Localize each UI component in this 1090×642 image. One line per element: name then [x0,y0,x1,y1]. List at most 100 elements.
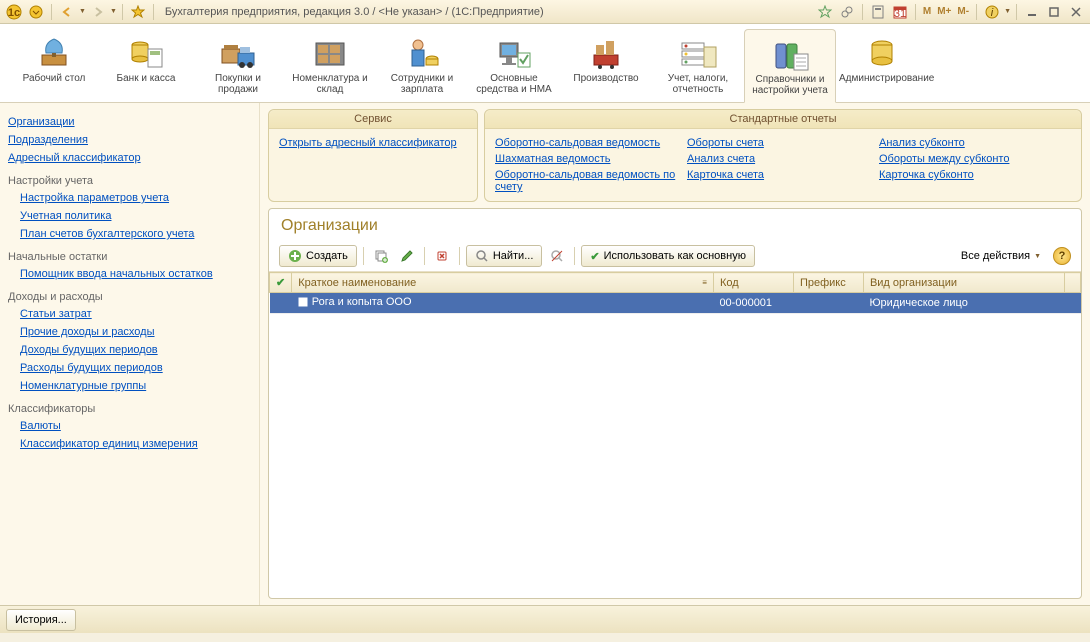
sidebar-heading: Настройки учета [8,167,251,189]
panel-link[interactable]: Анализ счета [687,151,879,167]
section-icon [586,35,626,71]
history-label: История... [15,614,67,626]
section-5[interactable]: Основные средства и НМА [468,28,560,102]
section-icon [862,35,902,71]
check-icon: ✔ [590,250,599,263]
scroll-gutter [1065,273,1081,293]
section-0[interactable]: Рабочий стол [8,28,100,102]
search-icon [475,249,489,263]
sidebar-link[interactable]: Помощник ввода начальных остатков [8,265,251,283]
section-1[interactable]: Банк и касса [100,28,192,102]
titlebar-left: 1c ▼ ▼ Бухгалтерия предприятия, редакция… [4,2,544,22]
section-9[interactable]: Администрирование [836,28,928,102]
sidebar-link[interactable]: Классификатор единиц измерения [8,435,251,453]
panel-link[interactable]: Обороты счета [687,135,879,151]
delete-icon[interactable] [431,245,453,267]
sidebar-link[interactable]: Валюты [8,417,251,435]
section-2[interactable]: Покупки и продажи [192,28,284,102]
panel-link[interactable]: Открыть адресный классификатор [279,135,467,151]
page-title: Организации [269,209,1081,241]
close-icon[interactable] [1066,2,1086,22]
sections-bar: Рабочий столБанк и касса Покупки и продаж… [0,24,1090,103]
panels-row: Сервис Открыть адресный классификатор Ст… [268,109,1082,202]
sidebar-link[interactable]: Настройка параметров учета [8,189,251,207]
clear-search-icon[interactable] [546,245,568,267]
row-type: Юридическое лицо [863,293,1064,314]
sidebar-link[interactable]: Номенклатурные группы [8,377,251,395]
panel-link[interactable]: Обороты между субконто [879,151,1071,167]
window-title: Бухгалтерия предприятия, редакция 3.0 / … [165,6,544,18]
sidebar-link[interactable]: Подразделения [8,131,251,149]
section-6[interactable]: Производство [560,28,652,102]
column-header[interactable]: Код [713,273,793,293]
all-actions-button[interactable]: Все действия ▼ [953,245,1049,267]
data-grid[interactable]: ✔Краткое наименование≡КодПрефиксВид орга… [269,272,1081,598]
section-8[interactable]: Справочники и настройки учета [744,29,836,103]
calendar-icon[interactable]: 31 [890,2,910,22]
sidebar-link[interactable]: Расходы будущих периодов [8,359,251,377]
help-icon[interactable]: ? [1053,247,1071,265]
maximize-icon[interactable] [1044,2,1064,22]
copy-icon[interactable] [370,245,392,267]
section-label: Банк и касса [103,73,189,84]
section-label: Основные средства и НМА [471,73,557,95]
column-header[interactable]: Префикс [793,273,863,293]
panel-link[interactable]: Карточка счета [687,167,879,183]
sidebar-link[interactable]: Доходы будущих периодов [8,341,251,359]
app-logo-icon[interactable]: 1c [4,2,24,22]
sidebar-link[interactable]: Организации [8,113,251,131]
nav-back-icon[interactable] [57,2,77,22]
page-toolbar: Создать Найти... ✔ Использовать как осно… [269,241,1081,272]
info-menu[interactable]: ▼ [1004,8,1011,15]
section-label: Покупки и продажи [195,73,281,95]
sidebar-link[interactable]: Учетная политика [8,207,251,225]
nav-forward-icon[interactable] [88,2,108,22]
minimize-icon[interactable] [1022,2,1042,22]
favorite-star-icon[interactable] [128,2,148,22]
memory-mminus[interactable]: M- [955,6,971,17]
row-code: 00-000001 [713,293,793,314]
section-label: Производство [563,73,649,84]
column-header[interactable]: Вид организации [863,273,1064,293]
calc-icon[interactable] [868,2,888,22]
sidebar-link[interactable]: Прочие доходы и расходы [8,323,251,341]
column-header[interactable]: ✔ [270,273,292,293]
sidebar-heading: Доходы и расходы [8,283,251,305]
fav-add-icon[interactable] [815,2,835,22]
section-7[interactable]: Учет, налоги, отчетность [652,28,744,102]
panel-link[interactable]: Оборотно-сальдовая ведомость [495,135,687,151]
panel-link[interactable]: Анализ субконто [879,135,1071,151]
body: ОрганизацииПодразделенияАдресный классиф… [0,103,1090,605]
section-3[interactable]: Номенклатура и склад [284,28,376,102]
section-icon [34,35,74,71]
sidebar-link[interactable]: План счетов бухгалтерского учета [8,225,251,243]
sidebar-link[interactable]: Статьи затрат [8,305,251,323]
panel-reports-title: Стандартные отчеты [485,110,1081,129]
link-icon[interactable] [837,2,857,22]
info-icon[interactable]: i [982,2,1002,22]
memory-mplus[interactable]: M+ [935,6,953,17]
section-label: Номенклатура и склад [287,73,373,95]
memory-m[interactable]: M [921,6,933,17]
history-button[interactable]: История... [6,609,76,631]
panel-link[interactable]: Оборотно-сальдовая ведомость по счету [495,167,687,195]
use-main-button[interactable]: ✔ Использовать как основную [581,245,755,267]
edit-icon[interactable] [396,245,418,267]
section-icon [126,35,166,71]
panel-link[interactable]: Карточка субконто [879,167,1071,183]
section-label: Учет, налоги, отчетность [655,73,741,95]
find-button[interactable]: Найти... [466,245,543,267]
section-icon [494,35,534,71]
titlebar-right: 31 M M+ M- i ▼ [815,2,1086,22]
section-4[interactable]: Сотрудники и зарплата [376,28,468,102]
create-button[interactable]: Создать [279,245,357,267]
section-icon [310,35,350,71]
dropdown-icon[interactable] [26,2,46,22]
section-label: Справочники и настройки учета [747,74,833,96]
panel-link[interactable]: Шахматная ведомость [495,151,687,167]
nav-forward-menu[interactable]: ▼ [110,8,117,15]
nav-back-menu[interactable]: ▼ [79,8,86,15]
column-header[interactable]: Краткое наименование≡ [292,273,714,293]
sidebar-link[interactable]: Адресный классификатор [8,149,251,167]
table-row[interactable]: Рога и копыта ООО00-000001Юридическое ли… [270,293,1081,314]
